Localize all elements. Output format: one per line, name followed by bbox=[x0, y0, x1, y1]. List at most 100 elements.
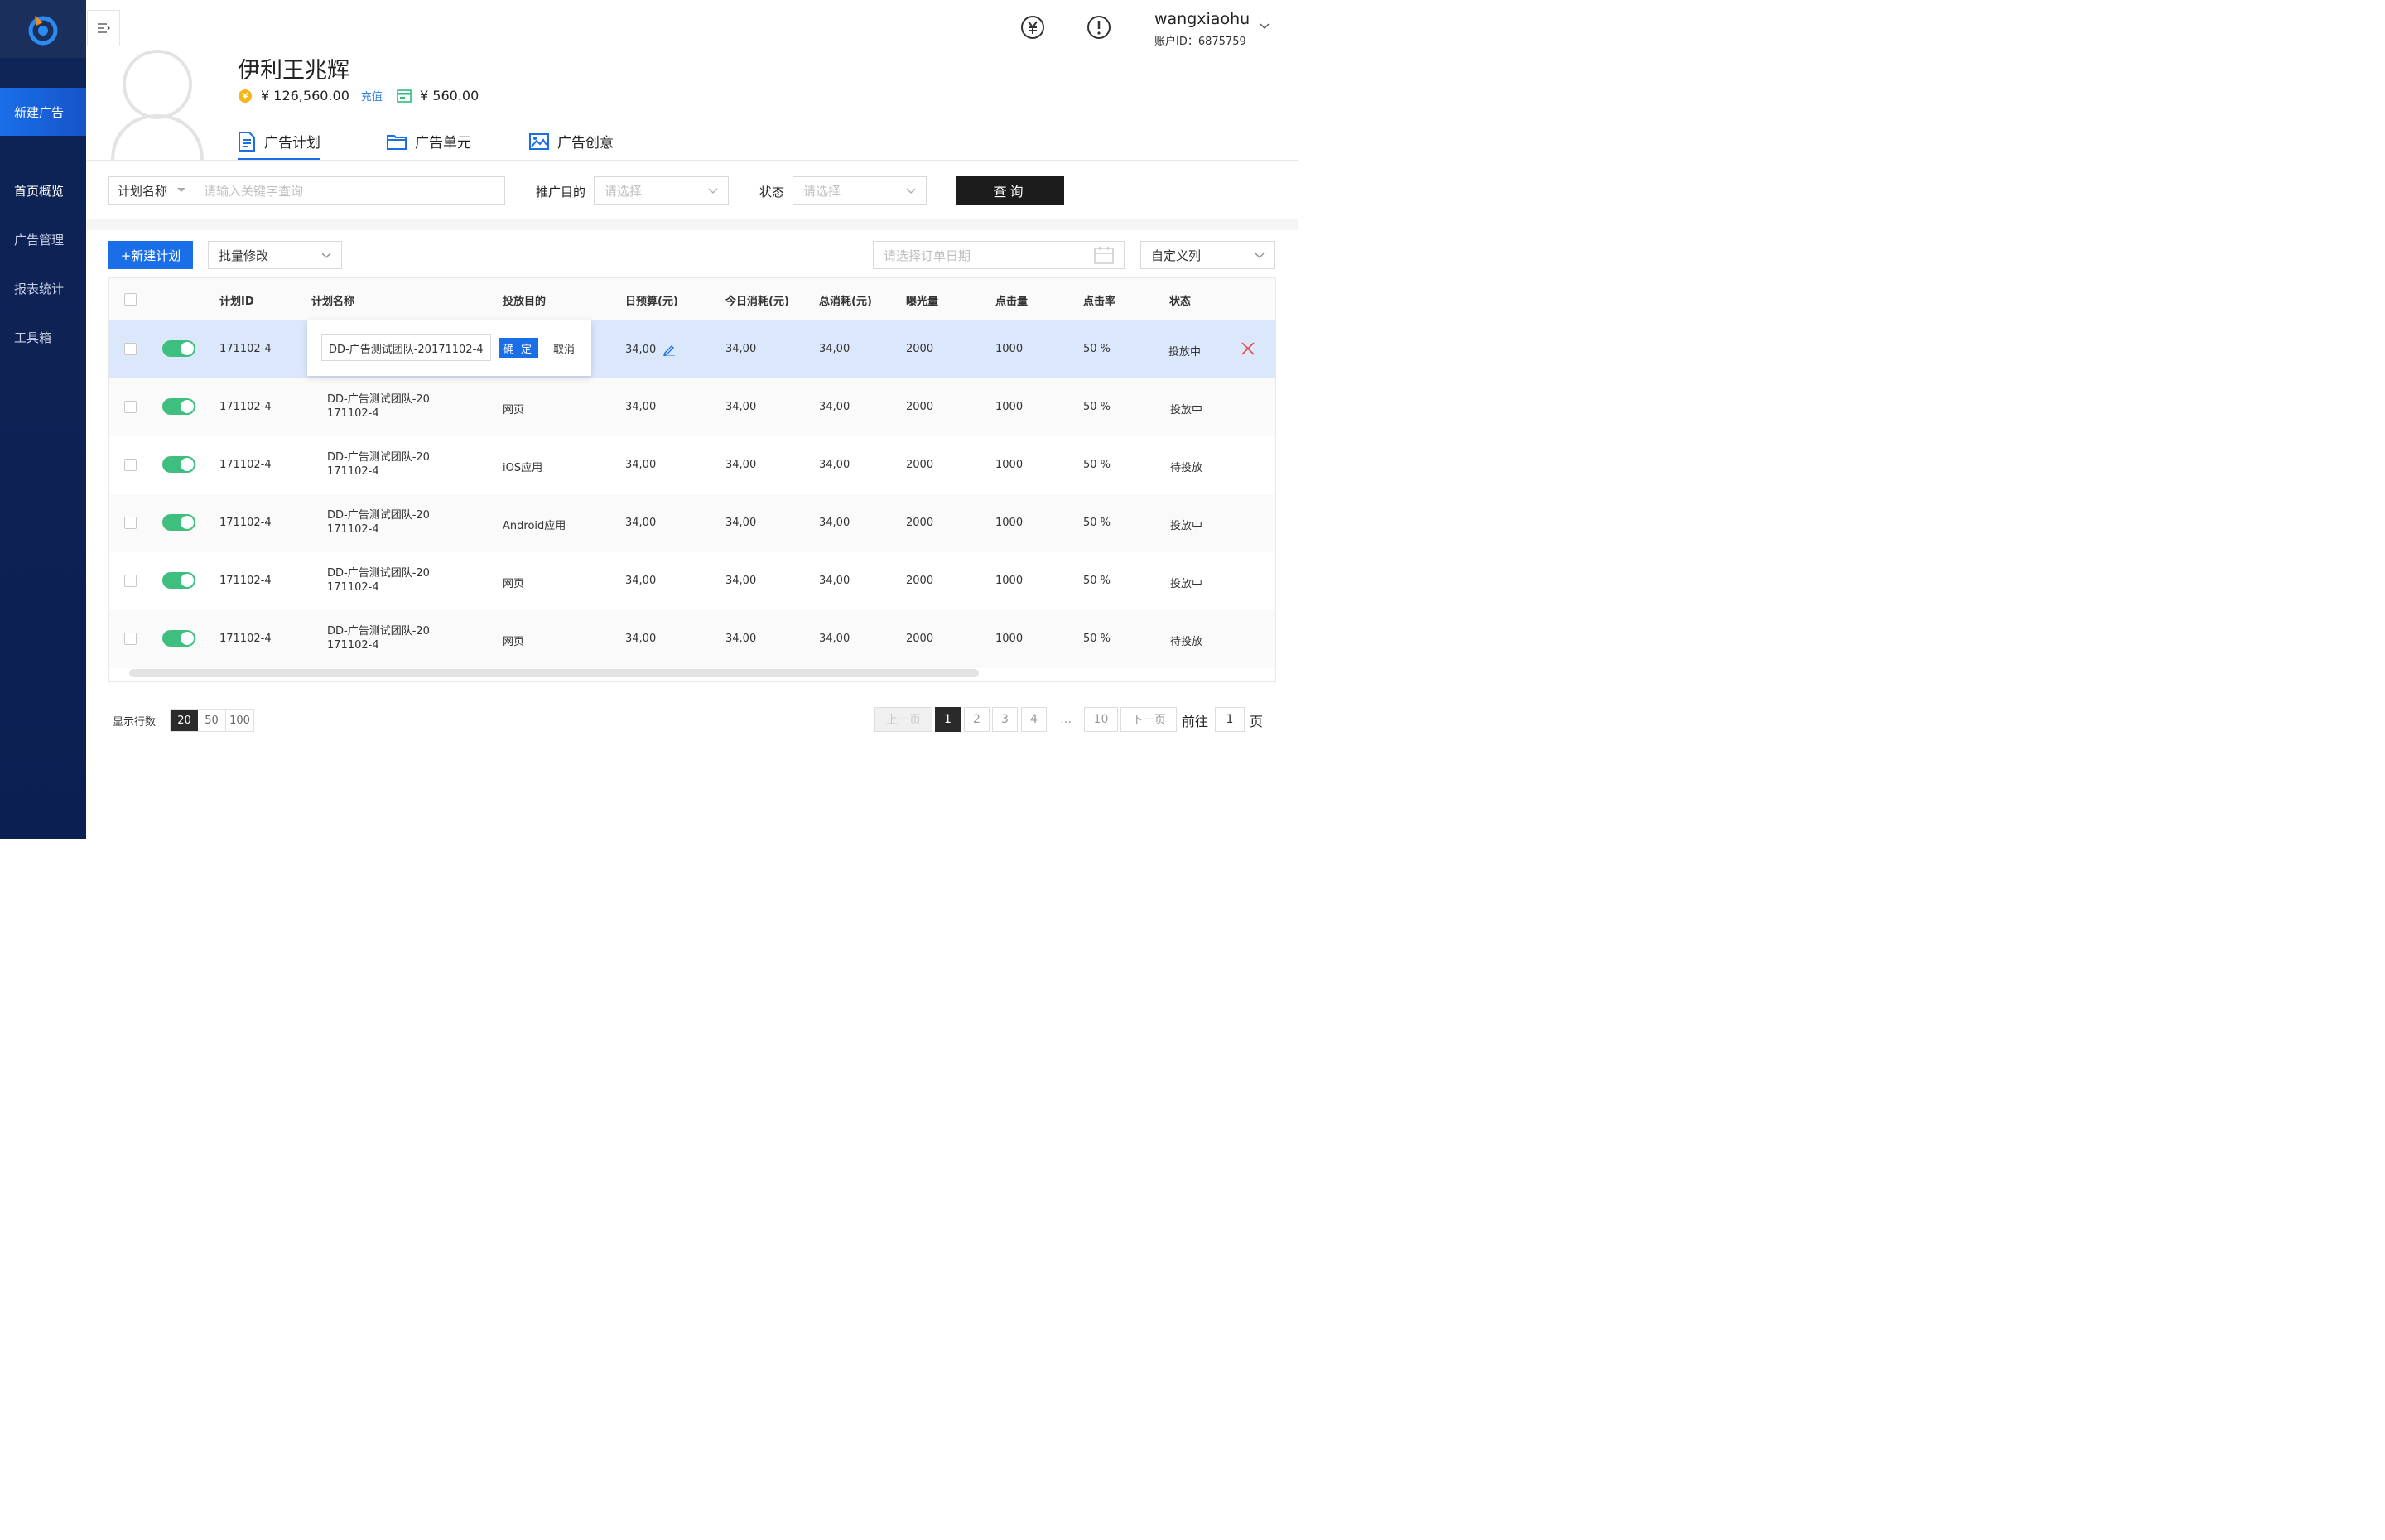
goto-page-input[interactable]: 1 bbox=[1215, 707, 1245, 732]
plan-name[interactable]: DD-广告测试团队-20 171102-4 bbox=[327, 624, 430, 652]
table-header: 计划ID 计划名称 投放目的 日预算(元) 今日消耗(元) 总消耗(元) 曝光量… bbox=[109, 278, 1275, 320]
row-checkbox[interactable] bbox=[124, 459, 137, 471]
daily-budget: 34,00 bbox=[625, 517, 657, 529]
row-toggle[interactable] bbox=[162, 340, 195, 357]
row-checkbox[interactable] bbox=[124, 343, 137, 355]
table-row[interactable]: 171102-4 DD-广告测试团队-20 171102-4 Android应用… bbox=[109, 494, 1275, 552]
name-edit-popover: DD-广告测试团队-20171102-4 确 定 取消 bbox=[307, 320, 591, 376]
col-daily-budget[interactable]: 日预算(元) bbox=[625, 292, 678, 308]
page-3[interactable]: 3 bbox=[992, 707, 1018, 732]
yen-icon[interactable] bbox=[1020, 15, 1045, 40]
plan-id: 171102-4 bbox=[219, 343, 272, 355]
total-spend: 34,00 bbox=[819, 575, 850, 587]
status: 投放中 bbox=[1170, 520, 1203, 532]
tab-ad-unit-label: 广告单元 bbox=[415, 135, 471, 152]
delete-icon[interactable] bbox=[1241, 342, 1255, 355]
new-ad-button[interactable]: 新建广告 bbox=[0, 88, 86, 136]
page-4[interactable]: 4 bbox=[1021, 707, 1047, 732]
goto-suffix: 页 bbox=[1250, 714, 1264, 729]
page-2[interactable]: 2 bbox=[964, 707, 990, 732]
chevron-down-icon[interactable] bbox=[1260, 23, 1270, 30]
credit: ¥ 560.00 bbox=[397, 88, 479, 103]
table-row[interactable]: 171102-4 DD-广告测试团队-20 171102-4 网页 34,00 … bbox=[109, 610, 1275, 668]
search-field-select[interactable]: 计划名称 bbox=[118, 182, 167, 200]
col-clicks[interactable]: 点击量 bbox=[995, 292, 1028, 308]
sidebar-item-toolbox[interactable]: 工具箱 bbox=[14, 329, 51, 346]
batch-edit-label: 批量修改 bbox=[219, 248, 269, 263]
row-toggle[interactable] bbox=[162, 572, 195, 589]
row-checkbox[interactable] bbox=[124, 517, 137, 529]
page-1[interactable]: 1 bbox=[935, 707, 961, 732]
col-ctr[interactable]: 点击率 bbox=[1083, 292, 1115, 308]
today-spend: 34,00 bbox=[725, 633, 757, 645]
status: 投放中 bbox=[1168, 346, 1202, 359]
row-toggle[interactable] bbox=[162, 630, 195, 647]
confirm-button[interactable]: 确 定 bbox=[499, 338, 538, 358]
col-total-spend[interactable]: 总消耗(元) bbox=[819, 292, 872, 308]
rows-option-100[interactable]: 100 bbox=[225, 710, 253, 731]
rows-option-20[interactable]: 20 bbox=[171, 710, 198, 731]
plan-name-edit-input[interactable]: DD-广告测试团队-20171102-4 bbox=[321, 334, 491, 361]
page-10[interactable]: 10 bbox=[1084, 707, 1118, 732]
select-all-checkbox[interactable] bbox=[124, 293, 137, 306]
row-checkbox[interactable] bbox=[124, 633, 137, 645]
row-toggle[interactable] bbox=[162, 514, 195, 531]
table-row[interactable]: 171102-4 DD-广告测试团队-20 171102-4 网页 34,00 … bbox=[109, 552, 1275, 610]
query-button[interactable]: 查询 bbox=[956, 176, 1064, 205]
folder-icon bbox=[387, 134, 407, 150]
purpose-select[interactable]: 请选择 bbox=[594, 176, 729, 205]
col-status[interactable]: 状态 bbox=[1169, 292, 1191, 308]
tab-ad-unit[interactable]: 广告单元 bbox=[387, 131, 471, 160]
sidebar-item-ad-management[interactable]: 广告管理 bbox=[14, 231, 64, 248]
prev-page-button[interactable]: 上一页 bbox=[874, 707, 932, 732]
recharge-link[interactable]: 充值 bbox=[361, 88, 383, 103]
row-toggle[interactable] bbox=[162, 398, 195, 415]
col-impressions[interactable]: 曝光量 bbox=[906, 292, 938, 308]
batch-edit-select[interactable]: 批量修改 bbox=[208, 241, 342, 269]
pencil-icon[interactable] bbox=[662, 343, 676, 356]
cancel-button[interactable]: 取消 bbox=[553, 340, 575, 356]
order-date-picker[interactable]: 请选择订单日期 bbox=[873, 241, 1125, 269]
rows-option-50[interactable]: 50 bbox=[198, 710, 225, 731]
caret-down-icon[interactable] bbox=[177, 188, 186, 193]
credit-amount: ¥ 560.00 bbox=[420, 88, 479, 103]
sidebar-item-reports[interactable]: 报表统计 bbox=[14, 280, 64, 297]
plan-name[interactable]: DD-广告测试团队-20 171102-4 bbox=[327, 566, 430, 594]
table-row[interactable]: 171102-4 DD-广告测试团队-20 171102-4 iOS应用 34,… bbox=[109, 436, 1275, 494]
rows-per-page-label: 显示行数 bbox=[113, 716, 157, 729]
plan-name[interactable]: DD-广告测试团队-20 171102-4 bbox=[327, 450, 430, 479]
logo-icon bbox=[28, 16, 58, 46]
plan-name[interactable]: DD-广告测试团队-20 171102-4 bbox=[327, 392, 430, 421]
next-page-button[interactable]: 下一页 bbox=[1120, 707, 1177, 732]
status: 待投放 bbox=[1170, 636, 1203, 648]
row-checkbox[interactable] bbox=[124, 575, 137, 587]
custom-columns-select[interactable]: 自定义列 bbox=[1140, 241, 1275, 269]
tab-ad-plan[interactable]: 广告计划 bbox=[238, 131, 320, 160]
row-toggle[interactable] bbox=[162, 456, 195, 473]
clicks: 1000 bbox=[995, 517, 1024, 529]
tab-ad-creative[interactable]: 广告创意 bbox=[529, 131, 614, 160]
user-name[interactable]: wangxiaohu bbox=[1154, 10, 1250, 28]
search-input[interactable]: 请输入关键字查询 bbox=[204, 182, 303, 200]
plan-name-line1: DD-广告测试团队-20 bbox=[327, 625, 430, 638]
col-plan-id[interactable]: 计划ID bbox=[219, 292, 254, 308]
alert-icon[interactable] bbox=[1086, 15, 1111, 40]
purpose: 网页 bbox=[503, 578, 525, 590]
logo[interactable] bbox=[0, 0, 86, 58]
purpose: 网页 bbox=[503, 636, 525, 648]
status-select[interactable]: 请选择 bbox=[793, 176, 927, 205]
plan-id: 171102-4 bbox=[219, 459, 272, 471]
col-plan-name[interactable]: 计划名称 bbox=[311, 292, 354, 308]
sidebar-item-overview[interactable]: 首页概览 bbox=[14, 182, 64, 200]
row-checkbox[interactable] bbox=[124, 401, 137, 413]
col-today-spend[interactable]: 今日消耗(元) bbox=[725, 292, 789, 308]
search-field-group: 计划名称 请输入关键字查询 bbox=[108, 176, 505, 205]
new-plan-button[interactable]: +新建计划 bbox=[108, 241, 193, 269]
col-purpose[interactable]: 投放目的 bbox=[503, 292, 546, 308]
table-row[interactable]: 171102-4 DD-广告测试团队-20 171102-4 网页 34,00 … bbox=[109, 378, 1275, 436]
menu-toggle-button[interactable] bbox=[87, 10, 120, 46]
table-row[interactable]: 171102-4 34,00 34,00 34,00 2000 1000 50 … bbox=[109, 320, 1275, 378]
plan-name-line2: 171102-4 bbox=[327, 523, 379, 536]
plan-name[interactable]: DD-广告测试团队-20 171102-4 bbox=[327, 508, 430, 537]
horizontal-scrollbar[interactable] bbox=[129, 669, 979, 677]
